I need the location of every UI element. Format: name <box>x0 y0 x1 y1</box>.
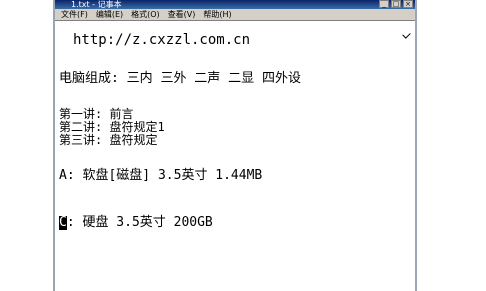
menu-file[interactable]: 文件(F) <box>61 9 88 20</box>
maximize-button[interactable]: □ <box>391 0 401 8</box>
lecture-3-line: 第三讲: 盘符规定 <box>59 133 158 147</box>
menu-edit[interactable]: 编辑(E) <box>96 9 123 20</box>
composition-line: 电脑组成: 三内 三外 二声 二显 四外设 <box>59 71 301 86</box>
screen: 1.txt - 记事本 _ □ × 文件(F) 编辑(E) 格式(O) 查看(V… <box>0 0 486 291</box>
menu-format[interactable]: 格式(O) <box>131 9 160 20</box>
window-title: 1.txt - 记事本 <box>71 0 122 9</box>
menu-view[interactable]: 查看(V) <box>168 9 196 20</box>
drive-c-line: C: 硬盘 3.5英寸 200GB <box>59 216 213 230</box>
drive-a-line: A: 软盘[磁盘] 3.5英寸 1.44MB <box>59 168 263 183</box>
minimize-button[interactable]: _ <box>379 0 389 8</box>
chevron-down-icon <box>402 30 411 39</box>
url-line: http://z.cxzzl.com.cn <box>73 32 251 48</box>
drive-c-text: : 硬盘 3.5英寸 200GB <box>66 215 213 230</box>
lecture-2-line: 第二讲: 盘符规定1 <box>59 120 165 134</box>
text-editor-area[interactable]: http://z.cxzzl.com.cn 电脑组成: 三内 三外 二声 二显 … <box>55 21 415 291</box>
title-bar[interactable]: 1.txt - 记事本 _ □ × <box>55 0 415 9</box>
notepad-window: 1.txt - 记事本 _ □ × 文件(F) 编辑(E) 格式(O) 查看(V… <box>53 0 417 291</box>
lecture-1-line: 第一讲: 前言 <box>59 107 134 121</box>
window-controls: _ □ × <box>379 0 413 9</box>
menu-help[interactable]: 帮助(H) <box>203 9 231 20</box>
close-button[interactable]: × <box>403 0 413 8</box>
selected-drive-letter: C <box>59 215 67 230</box>
menu-bar: 文件(F) 编辑(E) 格式(O) 查看(V) 帮助(H) <box>55 9 415 21</box>
